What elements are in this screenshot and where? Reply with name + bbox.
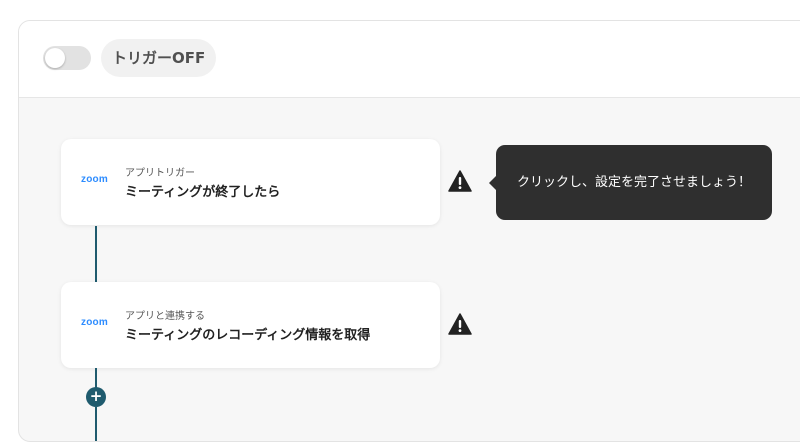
step-type-label: アプリと連携する bbox=[125, 311, 205, 322]
flow-connector bbox=[95, 407, 97, 441]
toggle-knob bbox=[45, 48, 65, 68]
step-title: ミーティングが終了したら bbox=[125, 185, 281, 200]
warning-icon[interactable] bbox=[448, 170, 472, 192]
flow-connector bbox=[95, 226, 97, 282]
flow-step-card-action[interactable]: zoom アプリと連携する ミーティングのレコーディング情報を取得 bbox=[61, 282, 440, 368]
zoom-logo-icon: zoom bbox=[81, 174, 108, 185]
add-step-button[interactable]: + bbox=[86, 387, 106, 407]
flow-step-card-trigger[interactable]: zoom アプリトリガー ミーティングが終了したら bbox=[61, 139, 440, 225]
setup-tooltip: クリックし、設定を完了させましょう！ bbox=[489, 145, 772, 220]
zoom-logo-icon: zoom bbox=[81, 317, 108, 328]
flow-header: トリガーOFF bbox=[19, 21, 800, 98]
tooltip-text: クリックし、設定を完了させましょう！ bbox=[516, 175, 751, 190]
trigger-status-label: トリガーOFF bbox=[101, 39, 217, 77]
trigger-toggle[interactable] bbox=[43, 46, 91, 70]
step-title: ミーティングのレコーディング情報を取得 bbox=[125, 328, 371, 343]
warning-icon[interactable] bbox=[448, 313, 472, 335]
step-type-label: アプリトリガー bbox=[125, 168, 195, 179]
flow-panel: トリガーOFF zoom アプリトリガー ミーティングが終了したら zoom ア… bbox=[18, 20, 800, 442]
tooltip-arrow bbox=[489, 176, 496, 190]
